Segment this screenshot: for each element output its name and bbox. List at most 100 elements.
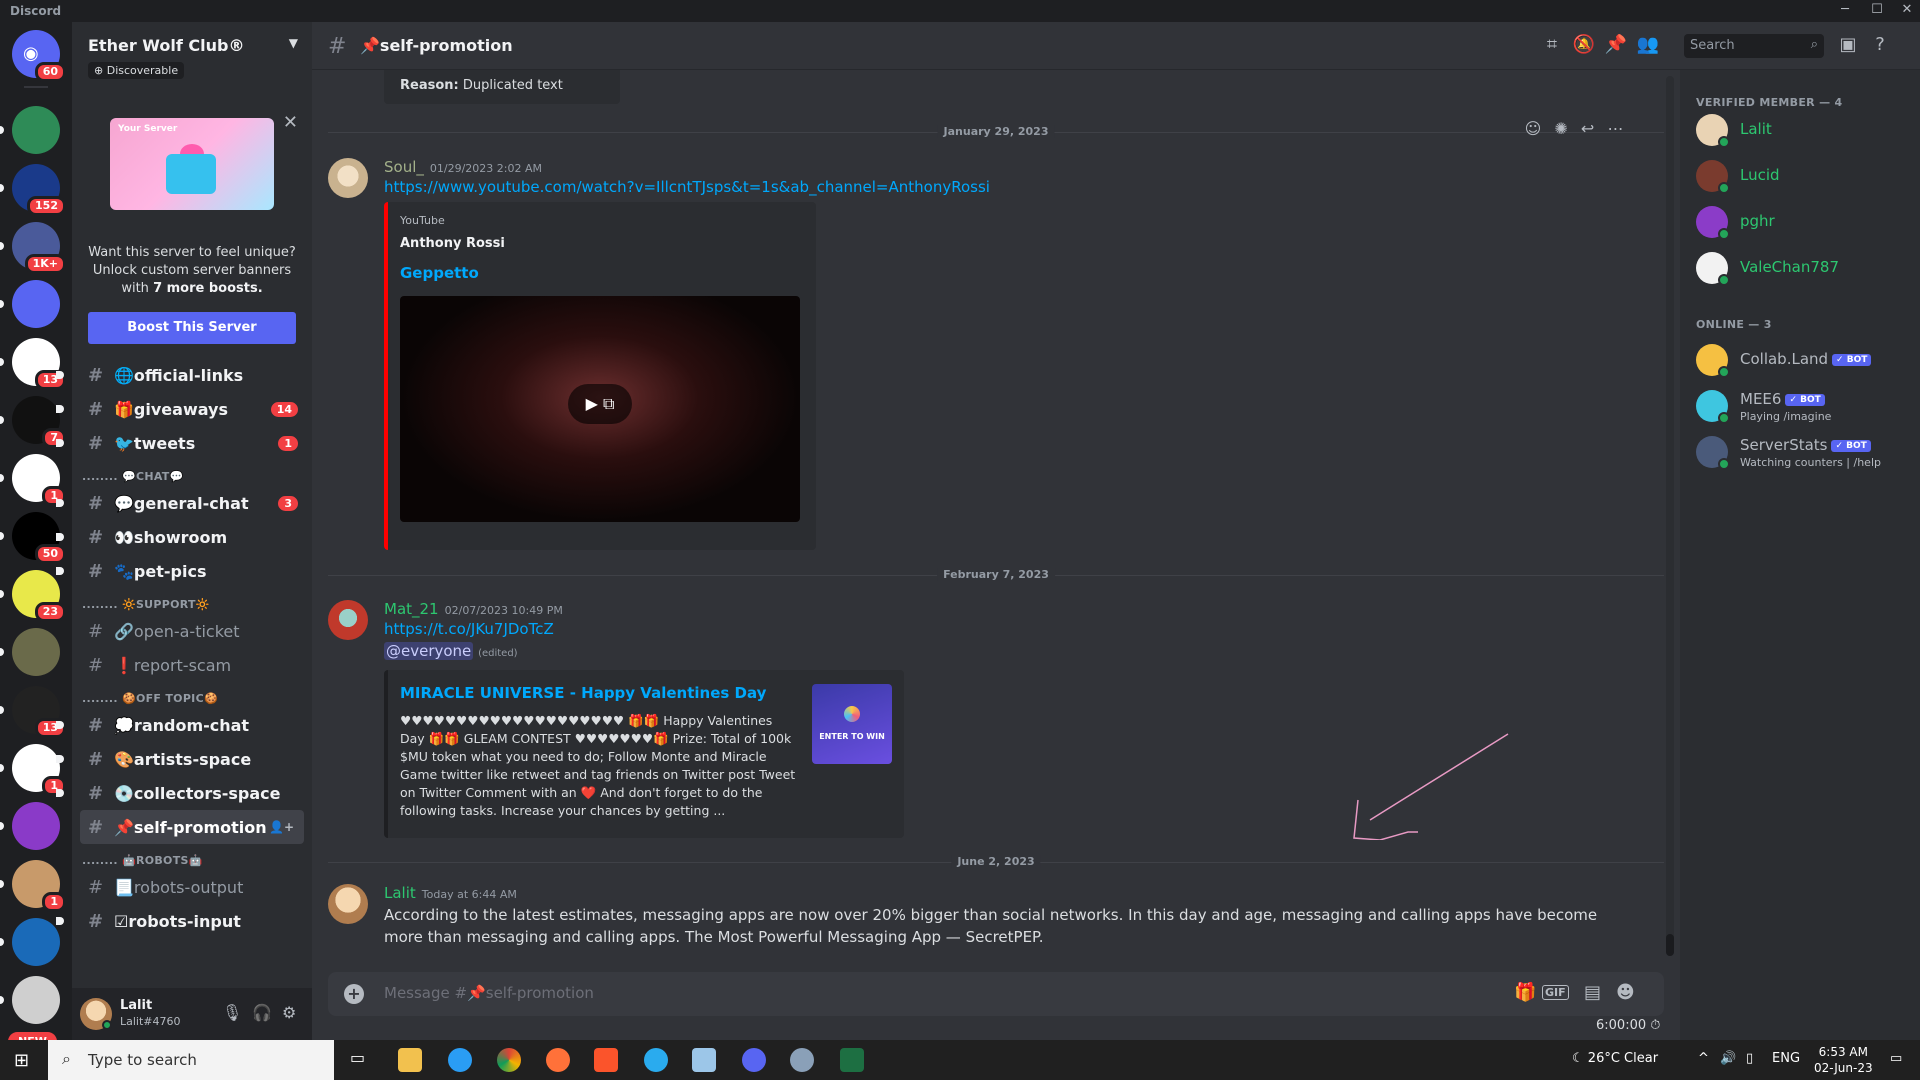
gift-icon[interactable]: 🎁	[1514, 982, 1536, 1003]
file-explorer-icon[interactable]	[398, 1048, 422, 1072]
network-icon[interactable]: ▯	[1746, 1051, 1753, 1066]
message-link[interactable]: https://t.co/JKu7JDoTcZ	[384, 620, 554, 638]
channel-item[interactable]: # 💭random-chat	[56, 708, 312, 742]
server-icon[interactable]	[0, 628, 60, 676]
channel-category[interactable]: ........ 🔆SUPPORT🔆	[72, 588, 312, 614]
taskbar-search-input[interactable]: ⌕ Type to search	[48, 1040, 334, 1080]
channel-category[interactable]: ........ 🤖ROBOTS🤖	[72, 844, 312, 870]
channel-item[interactable]: # 🌐official-links	[56, 358, 312, 392]
search-input[interactable]: Search ⌕	[1684, 34, 1824, 58]
new-badge[interactable]: NEW	[8, 1032, 57, 1040]
emoji-icon[interactable]: ☻	[1616, 982, 1635, 1003]
member-item[interactable]: ValeChan787	[1696, 248, 1916, 290]
channel-category[interactable]: ........ 💬CHAT💬	[72, 460, 312, 486]
video-thumbnail[interactable]: ▶ ⧉	[400, 296, 800, 522]
microphone-icon[interactable]: 🎙	[222, 1003, 242, 1022]
maximize-icon[interactable]: ☐	[1868, 2, 1886, 20]
member-item[interactable]: Lucid	[1696, 156, 1916, 198]
message-author[interactable]: Soul_ 01/29/2023 2:02 AM	[384, 158, 542, 176]
avatar[interactable]	[328, 600, 368, 640]
app-icon[interactable]	[790, 1048, 814, 1072]
channel-item[interactable]: # 🐾pet-pics	[56, 554, 312, 588]
member-item[interactable]: ServerStats ✓ BOT Watching counters | /hel…	[1696, 432, 1916, 474]
edge-icon[interactable]	[448, 1048, 472, 1072]
brave-icon[interactable]	[594, 1048, 618, 1072]
task-view-icon[interactable]: ▭	[350, 1048, 374, 1072]
close-window-icon[interactable]: ✕	[1898, 2, 1916, 20]
channel-item[interactable]: # 💿collectors-space	[56, 776, 312, 810]
tray-chevron-icon[interactable]: ^	[1698, 1051, 1709, 1066]
scrollbar-track[interactable]	[1666, 76, 1674, 956]
avatar[interactable]	[328, 884, 368, 924]
server-icon[interactable]: 1	[0, 744, 66, 796]
server-icon[interactable]: 13	[0, 338, 66, 390]
server-icon[interactable]	[0, 802, 60, 850]
channel-item[interactable]: # 📃robots-output	[72, 870, 312, 904]
headphones-icon[interactable]: 🎧	[252, 1003, 272, 1022]
message-author[interactable]: Lalit Today at 6:44 AM	[384, 884, 517, 902]
message-link[interactable]: https://www.youtube.com/watch?v=IllcntTJ…	[384, 178, 990, 196]
embed-thumbnail[interactable]: ENTER TO WIN	[812, 684, 892, 764]
gif-icon[interactable]: GIF	[1542, 985, 1569, 1000]
channel-item[interactable]: # 👀showroom	[56, 520, 312, 554]
channel-item[interactable]: # 🐦tweets 1	[56, 426, 312, 460]
embed-title[interactable]: Geppetto	[400, 264, 479, 282]
scrollbar-thumb[interactable]	[1666, 934, 1674, 956]
chrome-icon[interactable]	[497, 1048, 521, 1072]
composer-placeholder[interactable]: Message #📌self-promotion	[384, 984, 594, 1002]
channel-item[interactable]: # ❗report-scam	[72, 648, 312, 682]
super-reaction-icon[interactable]: ✺	[1554, 119, 1567, 138]
boost-server-button[interactable]: Boost This Server	[88, 312, 296, 344]
avatar[interactable]	[328, 158, 368, 198]
add-attachment-icon[interactable]: +	[344, 984, 364, 1004]
direct-messages-button[interactable]: ◉ 60	[12, 30, 66, 82]
speaker-icon[interactable]: 🔊	[1720, 1051, 1736, 1066]
minimize-icon[interactable]: ─	[1836, 2, 1854, 20]
member-item[interactable]: pghr	[1696, 202, 1916, 244]
more-icon[interactable]: ⋯	[1607, 119, 1623, 138]
excel-icon[interactable]	[840, 1048, 864, 1072]
channel-item[interactable]: # ☑robots-input	[56, 904, 312, 938]
embed-author[interactable]: Anthony Rossi	[400, 236, 505, 251]
firefox-icon[interactable]	[546, 1048, 570, 1072]
server-icon[interactable]: 152	[0, 164, 66, 216]
inbox-icon[interactable]: ▣	[1836, 34, 1860, 55]
discord-taskbar-icon[interactable]	[742, 1048, 766, 1072]
mention-everyone[interactable]: @everyone	[384, 642, 474, 660]
weather-widget[interactable]: ☾ 26°C Clear	[1572, 1051, 1658, 1066]
reply-icon[interactable]: ↩	[1581, 119, 1594, 138]
embed-title[interactable]: MIRACLE UNIVERSE - Happy Valentines Day	[400, 684, 766, 702]
server-icon[interactable]: 7	[0, 396, 66, 448]
server-icon[interactable]	[0, 918, 60, 966]
member-list-icon[interactable]: 👥	[1636, 34, 1660, 55]
close-icon[interactable]: ✕	[283, 112, 298, 133]
member-item[interactable]: Collab.Land ✓ BOT	[1696, 340, 1916, 382]
server-icon[interactable]: 1	[0, 860, 66, 912]
clock[interactable]: 6:53 AM 02-Jun-23	[1814, 1044, 1873, 1076]
notepad-icon[interactable]	[692, 1048, 716, 1072]
server-icon[interactable]: 1	[0, 454, 66, 506]
channel-item[interactable]: # 🔗open-a-ticket	[72, 614, 312, 648]
server-icon[interactable]: 1K+	[0, 222, 66, 274]
windows-start-icon[interactable]: ⊞	[14, 1050, 29, 1071]
message-author[interactable]: Mat_21 02/07/2023 10:49 PM	[384, 600, 563, 618]
play-button[interactable]: ▶ ⧉	[568, 384, 632, 424]
channel-item[interactable]: # 📌self-promotion 👤+	[80, 810, 304, 844]
add-reaction-icon[interactable]: ☺	[1525, 119, 1542, 138]
notifications-icon[interactable]: ▭	[1890, 1051, 1902, 1066]
invite-icon[interactable]: 👤+	[269, 820, 294, 834]
server-icon[interactable]	[0, 280, 60, 328]
server-icon[interactable]	[0, 976, 60, 1024]
sticker-icon[interactable]: ▤	[1584, 982, 1601, 1003]
help-icon[interactable]: ?	[1868, 34, 1892, 55]
member-item[interactable]: MEE6 ✓ BOT Playing /imagine	[1696, 386, 1916, 428]
gear-icon[interactable]: ⚙	[282, 1003, 296, 1022]
server-icon[interactable]	[0, 106, 60, 154]
server-icon[interactable]: 13	[0, 686, 66, 738]
channel-item[interactable]: # 🎁giveaways 14	[56, 392, 312, 426]
threads-icon[interactable]: ⌗	[1540, 34, 1564, 55]
member-item[interactable]: Lalit	[1696, 110, 1916, 152]
channel-category[interactable]: ........ 🍪OFF TOPIC🍪	[72, 682, 312, 708]
server-icon[interactable]: 23	[0, 570, 66, 622]
server-header[interactable]: Ether Wolf Club® ▼ ⊕ Discoverable	[72, 22, 312, 79]
